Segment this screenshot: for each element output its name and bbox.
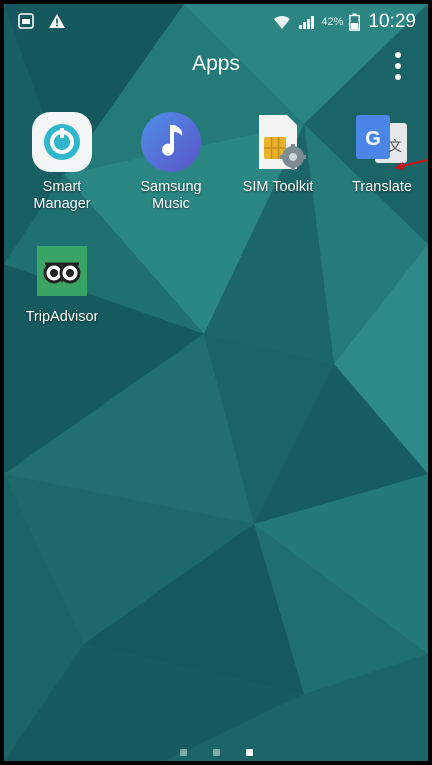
page-dot-1[interactable] — [179, 749, 187, 756]
app-sim-toolkit[interactable]: SIM Toolkit — [230, 111, 326, 196]
more-options-button[interactable] — [390, 48, 406, 84]
annotation-arrow-icon — [394, 158, 428, 170]
page-title: Apps — [192, 52, 240, 75]
app-label: TripAdvisor — [25, 309, 99, 325]
app-samsung-music[interactable]: Samsung Music — [123, 111, 219, 213]
page-dot-3-active[interactable] — [245, 749, 253, 756]
wifi-icon — [274, 15, 291, 29]
svg-text:文: 文 — [388, 139, 402, 155]
app-label: Translate — [352, 179, 412, 195]
tripadvisor-icon — [37, 246, 87, 296]
samsung-music-icon — [141, 112, 201, 172]
sim-toolkit-icon — [259, 115, 306, 170]
clock: 10:29 — [368, 11, 416, 32]
status-bar: 42% 10:29 — [4, 4, 428, 40]
signal-icon — [299, 16, 315, 29]
page-indicator — [4, 749, 428, 756]
svg-text:G: G — [365, 128, 381, 150]
battery-icon — [349, 13, 361, 31]
more-options-icon — [395, 52, 401, 58]
smart-manager-icon — [32, 112, 92, 172]
app-label: Samsung Music — [140, 179, 202, 212]
app-smart-manager[interactable]: Smart Manager — [14, 111, 110, 213]
app-label: Smart Manager — [33, 179, 91, 212]
page-dot-2[interactable] — [212, 749, 220, 756]
screenshot-notification-icon — [18, 13, 34, 29]
app-tripadvisor[interactable]: TripAdvisor — [14, 245, 110, 326]
app-label: SIM Toolkit — [242, 179, 314, 195]
battery-percent: 42% — [321, 16, 344, 28]
warning-icon — [49, 14, 65, 28]
phone-screen: 42% 10:29 Apps Smart Manager Samsung Mus… — [0, 0, 432, 765]
